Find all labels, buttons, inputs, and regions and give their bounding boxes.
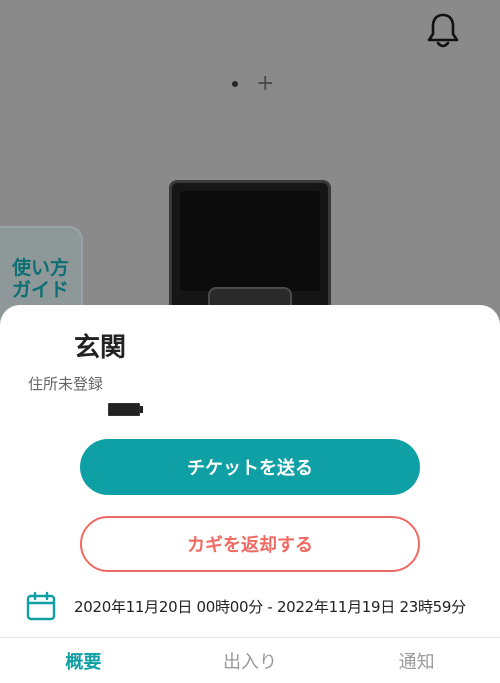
bottom-tab-bar: 概要 出入り 通知 [0, 637, 500, 683]
tab-notifications[interactable]: 通知 [333, 638, 500, 683]
device-screen [180, 191, 320, 291]
calendar-icon [26, 591, 56, 621]
guide-label-line1: 使い方 [12, 258, 70, 279]
device-address: 住所未登録 [28, 375, 104, 393]
valid-period: 2020年11月20日 00時00分 - 2022年11月19日 23時59分 [26, 591, 496, 621]
return-key-button[interactable]: カギを返却する [80, 516, 420, 572]
tab-access-log[interactable]: 出入り [167, 638, 334, 683]
page-dot[interactable] [232, 81, 238, 87]
guide-label-line2: ガイド [12, 280, 70, 301]
tab-overview[interactable]: 概要 [0, 638, 167, 683]
bell-icon[interactable] [426, 12, 460, 50]
page-indicator: + [226, 72, 286, 96]
send-ticket-button[interactable]: チケットを送る [80, 439, 420, 495]
device-name: 玄関 [74, 333, 127, 363]
valid-period-text: 2020年11月20日 00時00分 - 2022年11月19日 23時59分 [74, 597, 466, 616]
device-detail-sheet: 玄関 住所未登録 チケットを送る カギを返却する 2020年11月20日 00時… [0, 305, 500, 637]
battery-icon [108, 403, 144, 416]
add-device-button[interactable]: + [256, 73, 274, 95]
